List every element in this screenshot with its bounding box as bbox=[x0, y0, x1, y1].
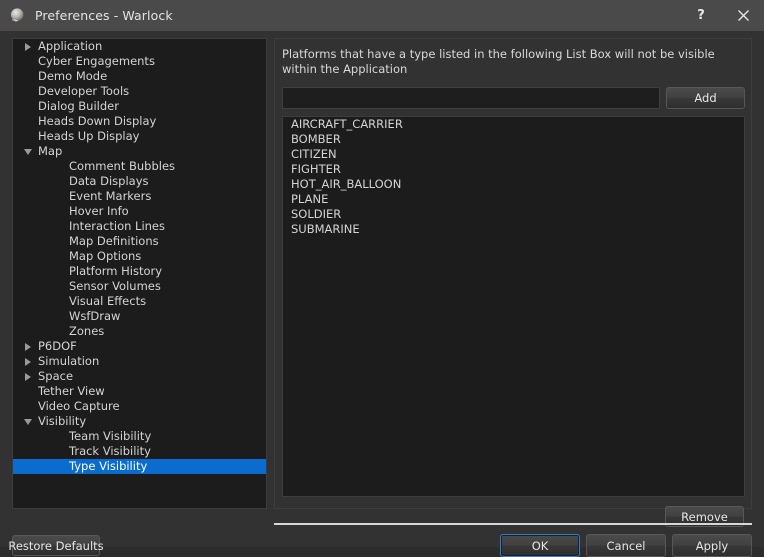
sidebar-item-label: Type Visibility bbox=[69, 459, 148, 473]
sidebar-item-comment-bubbles[interactable]: Comment Bubbles bbox=[13, 159, 266, 174]
sidebar-item-heads-down-display[interactable]: Heads Down Display bbox=[13, 114, 266, 129]
list-item[interactable]: CITIZEN bbox=[283, 147, 744, 162]
sidebar-item-video-capture[interactable]: Video Capture bbox=[13, 399, 266, 414]
sidebar-item-label: Heads Down Display bbox=[38, 114, 157, 128]
sidebar-item-label: Application bbox=[38, 39, 103, 53]
sidebar-item-map[interactable]: Map bbox=[13, 144, 266, 159]
sidebar-item-label: Developer Tools bbox=[38, 84, 130, 98]
sidebar-item-label: Comment Bubbles bbox=[69, 159, 176, 173]
sidebar-item-label: Dialog Builder bbox=[38, 99, 119, 113]
list-item[interactable]: AIRCRAFT_CARRIER bbox=[283, 117, 744, 132]
sidebar-item-map-options[interactable]: Map Options bbox=[13, 249, 266, 264]
ok-button[interactable]: OK bbox=[500, 534, 580, 557]
sidebar-item-label: WsfDraw bbox=[69, 309, 121, 323]
sidebar-item-track-visibility[interactable]: Track Visibility bbox=[13, 444, 266, 459]
sidebar-item-label: Simulation bbox=[38, 354, 100, 368]
restore-defaults-button[interactable]: Restore Defaults bbox=[8, 535, 104, 556]
chevron-right-icon[interactable] bbox=[22, 369, 34, 384]
list-item[interactable]: HOT_AIR_BALLOON bbox=[283, 177, 744, 192]
add-type-row: Add bbox=[282, 87, 745, 109]
list-item[interactable]: FIGHTER bbox=[283, 162, 744, 177]
sidebar-item-label: Video Capture bbox=[38, 399, 120, 413]
hidden-types-listbox[interactable]: AIRCRAFT_CARRIER BOMBER CITIZEN FIGHTER HOT_… bbox=[282, 116, 745, 497]
close-icon[interactable] bbox=[722, 0, 764, 31]
sidebar-item-label: Space bbox=[38, 369, 74, 383]
chevron-right-icon[interactable] bbox=[22, 39, 34, 54]
sidebar-item-interaction-lines[interactable]: Interaction Lines bbox=[13, 219, 266, 234]
sidebar-item-team-visibility[interactable]: Team Visibility bbox=[13, 429, 266, 444]
panel-description: Platforms that have a type listed in the… bbox=[282, 47, 715, 76]
sidebar-item-hover-info[interactable]: Hover Info bbox=[13, 204, 266, 219]
sidebar-item-map-definitions[interactable]: Map Definitions bbox=[13, 234, 266, 249]
sidebar-item-platform-history[interactable]: Platform History bbox=[13, 264, 266, 279]
sidebar-item-label: Map bbox=[38, 144, 63, 158]
sidebar-item-demo-mode[interactable]: Demo Mode bbox=[13, 69, 266, 84]
sidebar-item-label: Platform History bbox=[69, 264, 163, 278]
cancel-button[interactable]: Cancel bbox=[586, 534, 666, 557]
sidebar-item-visibility[interactable]: Visibility bbox=[13, 414, 266, 429]
footer-separator bbox=[274, 523, 752, 525]
sidebar-item-cyber-engagements[interactable]: Cyber Engagements bbox=[13, 54, 266, 69]
sidebar-item-wsfdraw[interactable]: WsfDraw bbox=[13, 309, 266, 324]
sidebar-item-label: Visual Effects bbox=[69, 294, 147, 308]
sidebar-item-label: Zones bbox=[69, 324, 105, 338]
preferences-dialog: Preferences - Warlock ? Application Cyber… bbox=[0, 0, 764, 557]
sidebar-item-label: Sensor Volumes bbox=[69, 279, 161, 293]
sidebar-item-label: Visibility bbox=[38, 414, 87, 428]
chevron-down-icon[interactable] bbox=[22, 144, 34, 159]
title-bar: Preferences - Warlock ? bbox=[0, 0, 764, 31]
sidebar-item-data-displays[interactable]: Data Displays bbox=[13, 174, 266, 189]
sidebar-item-event-markers[interactable]: Event Markers bbox=[13, 189, 266, 204]
preferences-tree[interactable]: Application Cyber Engagements Demo Mode Dev… bbox=[12, 38, 267, 509]
help-icon[interactable]: ? bbox=[680, 0, 722, 31]
list-item[interactable]: PLANE bbox=[283, 192, 744, 207]
sidebar-item-p6dof[interactable]: P6DOF bbox=[13, 339, 266, 354]
sidebar-item-developer-tools[interactable]: Developer Tools bbox=[13, 84, 266, 99]
sidebar-item-label: Interaction Lines bbox=[69, 219, 166, 233]
chevron-right-icon[interactable] bbox=[22, 339, 34, 354]
list-item[interactable]: SOLDIER bbox=[283, 207, 744, 222]
sidebar-item-label: Data Displays bbox=[69, 174, 149, 188]
window-title: Preferences - Warlock bbox=[35, 8, 173, 23]
sidebar-item-label: Tether View bbox=[38, 384, 105, 398]
dialog-body: Application Cyber Engagements Demo Mode Dev… bbox=[0, 31, 764, 557]
sidebar-item-label: P6DOF bbox=[38, 339, 77, 353]
list-item[interactable]: BOMBER bbox=[283, 132, 744, 147]
sidebar-item-label: Team Visibility bbox=[69, 429, 152, 443]
sidebar-item-space[interactable]: Space bbox=[13, 369, 266, 384]
chevron-right-icon[interactable] bbox=[22, 354, 34, 369]
apply-button[interactable]: Apply bbox=[672, 534, 752, 557]
sidebar-item-sensor-volumes[interactable]: Sensor Volumes bbox=[13, 279, 266, 294]
sidebar-item-zones[interactable]: Zones bbox=[13, 324, 266, 339]
sidebar-item-label: Cyber Engagements bbox=[38, 54, 155, 68]
sidebar-item-heads-up-display[interactable]: Heads Up Display bbox=[13, 129, 266, 144]
sidebar-item-tether-view[interactable]: Tether View bbox=[13, 384, 266, 399]
list-item[interactable]: SUBMARINE bbox=[283, 222, 744, 237]
sidebar-item-label: Event Markers bbox=[69, 189, 152, 203]
sidebar-item-visual-effects[interactable]: Visual Effects bbox=[13, 294, 266, 309]
type-visibility-panel: Platforms that have a type listed in the… bbox=[274, 38, 752, 527]
sidebar-item-dialog-builder[interactable]: Dialog Builder bbox=[13, 99, 266, 114]
sidebar-item-type-visibility[interactable]: Type Visibility bbox=[13, 459, 266, 474]
sidebar-item-label: Hover Info bbox=[69, 204, 129, 218]
sidebar-item-label: Map Definitions bbox=[69, 234, 159, 248]
type-input[interactable] bbox=[282, 87, 660, 109]
sidebar-item-label: Heads Up Display bbox=[38, 129, 140, 143]
sidebar-item-label: Demo Mode bbox=[38, 69, 108, 83]
add-button[interactable]: Add bbox=[666, 87, 745, 109]
sidebar-item-label: Map Options bbox=[69, 249, 142, 263]
sidebar-item-simulation[interactable]: Simulation bbox=[13, 354, 266, 369]
chevron-down-icon[interactable] bbox=[22, 414, 34, 429]
sidebar-item-label: Track Visibility bbox=[69, 444, 151, 458]
sidebar-item-application[interactable]: Application bbox=[13, 39, 266, 54]
sphere-icon bbox=[9, 7, 26, 24]
